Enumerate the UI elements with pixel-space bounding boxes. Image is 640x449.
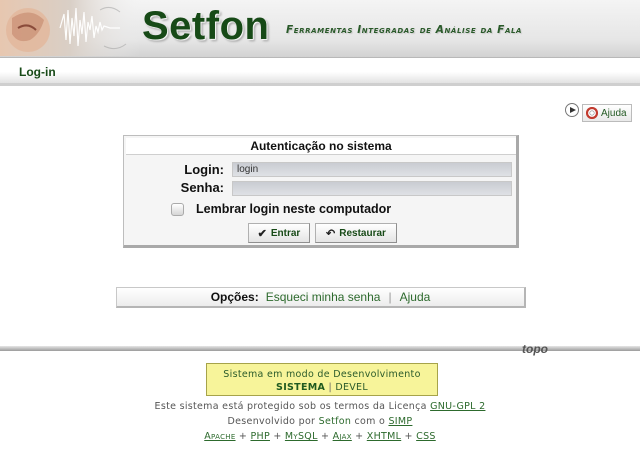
reset-button-label: Restaurar [339, 227, 386, 239]
password-input[interactable] [232, 181, 512, 196]
play-icon[interactable] [565, 103, 579, 117]
system-mode-link[interactable]: SISTEMA [276, 382, 325, 393]
tech-plus: + [273, 431, 282, 442]
undo-icon: ↶ [326, 227, 336, 240]
developer-with: com o [354, 416, 386, 427]
options-separator: | [388, 290, 392, 304]
tech-plus: + [404, 431, 413, 442]
forgot-password-link[interactable]: Esqueci minha senha [266, 290, 381, 304]
breadcrumb-bar: Log-in [0, 58, 640, 86]
developer-org-link[interactable]: Setfon [319, 416, 352, 427]
options-bar: Opções: Esqueci minha senha | Ajuda [116, 287, 526, 308]
back-to-top-link[interactable]: topo [522, 342, 548, 356]
lifebuoy-icon [586, 107, 598, 119]
tech-mysql-link[interactable]: MySQL [285, 431, 318, 442]
submit-button-label: Entrar [270, 227, 301, 239]
tech-plus: + [355, 431, 364, 442]
simp-link[interactable]: SIMP [388, 416, 412, 427]
tech-xhtml-link[interactable]: XHTML [367, 431, 401, 442]
help-button-label: Ajuda [601, 107, 627, 119]
page-header: Setfon Ferramentas Integradas de Análise… [0, 0, 640, 58]
tech-stack-line: Apache + PHP + MySQL + Ajax + XHTML + CS… [0, 431, 640, 442]
login-input[interactable]: login [232, 162, 512, 177]
license-line: Este sistema está protegido sob os termo… [0, 401, 640, 412]
remember-checkbox[interactable] [171, 203, 184, 216]
developer-line: Desenvolvido por Setfon com o SIMP [0, 416, 640, 427]
license-text: Este sistema está protegido sob os termo… [154, 401, 427, 412]
remember-label[interactable]: Lembrar login neste computador [196, 202, 391, 216]
tech-php-link[interactable]: PHP [250, 431, 270, 442]
password-label: Senha: [180, 180, 224, 195]
devel-mode-link[interactable]: DEVEL [335, 382, 368, 393]
checkmark-icon: ✔ [257, 227, 267, 240]
tech-css-link[interactable]: CSS [416, 431, 436, 442]
submit-button[interactable]: ✔ Entrar [248, 223, 310, 243]
logo-waveform-image [0, 0, 140, 56]
dev-mode-line: Sistema em modo de Desenvolvimento [223, 369, 421, 380]
login-form-title: Autenticação no sistema [126, 138, 516, 155]
options-help-link[interactable]: Ajuda [400, 290, 431, 304]
help-button[interactable]: Ajuda [582, 104, 632, 122]
login-label: Login: [184, 162, 224, 177]
tech-plus: + [238, 431, 248, 442]
reset-button[interactable]: ↶ Restaurar [315, 223, 397, 243]
options-label: Opções: [210, 290, 259, 304]
developer-prefix: Desenvolvido por [227, 416, 316, 427]
tech-apache-link[interactable]: Apache [204, 431, 235, 442]
breadcrumb-current: Log-in [19, 65, 56, 79]
tech-ajax-link[interactable]: Ajax [333, 431, 352, 442]
dev-mode-notice: Sistema em modo de Desenvolvimento SISTE… [206, 363, 438, 396]
dev-mode-separator: | [328, 382, 332, 393]
app-title: Setfon [142, 4, 270, 48]
license-link[interactable]: GNU-GPL 2 [430, 401, 485, 412]
tech-plus: + [321, 431, 330, 442]
login-form: Autenticação no sistema Login: login Sen… [123, 135, 519, 248]
app-subtitle: Ferramentas Integradas de Análise da Fal… [286, 24, 523, 36]
